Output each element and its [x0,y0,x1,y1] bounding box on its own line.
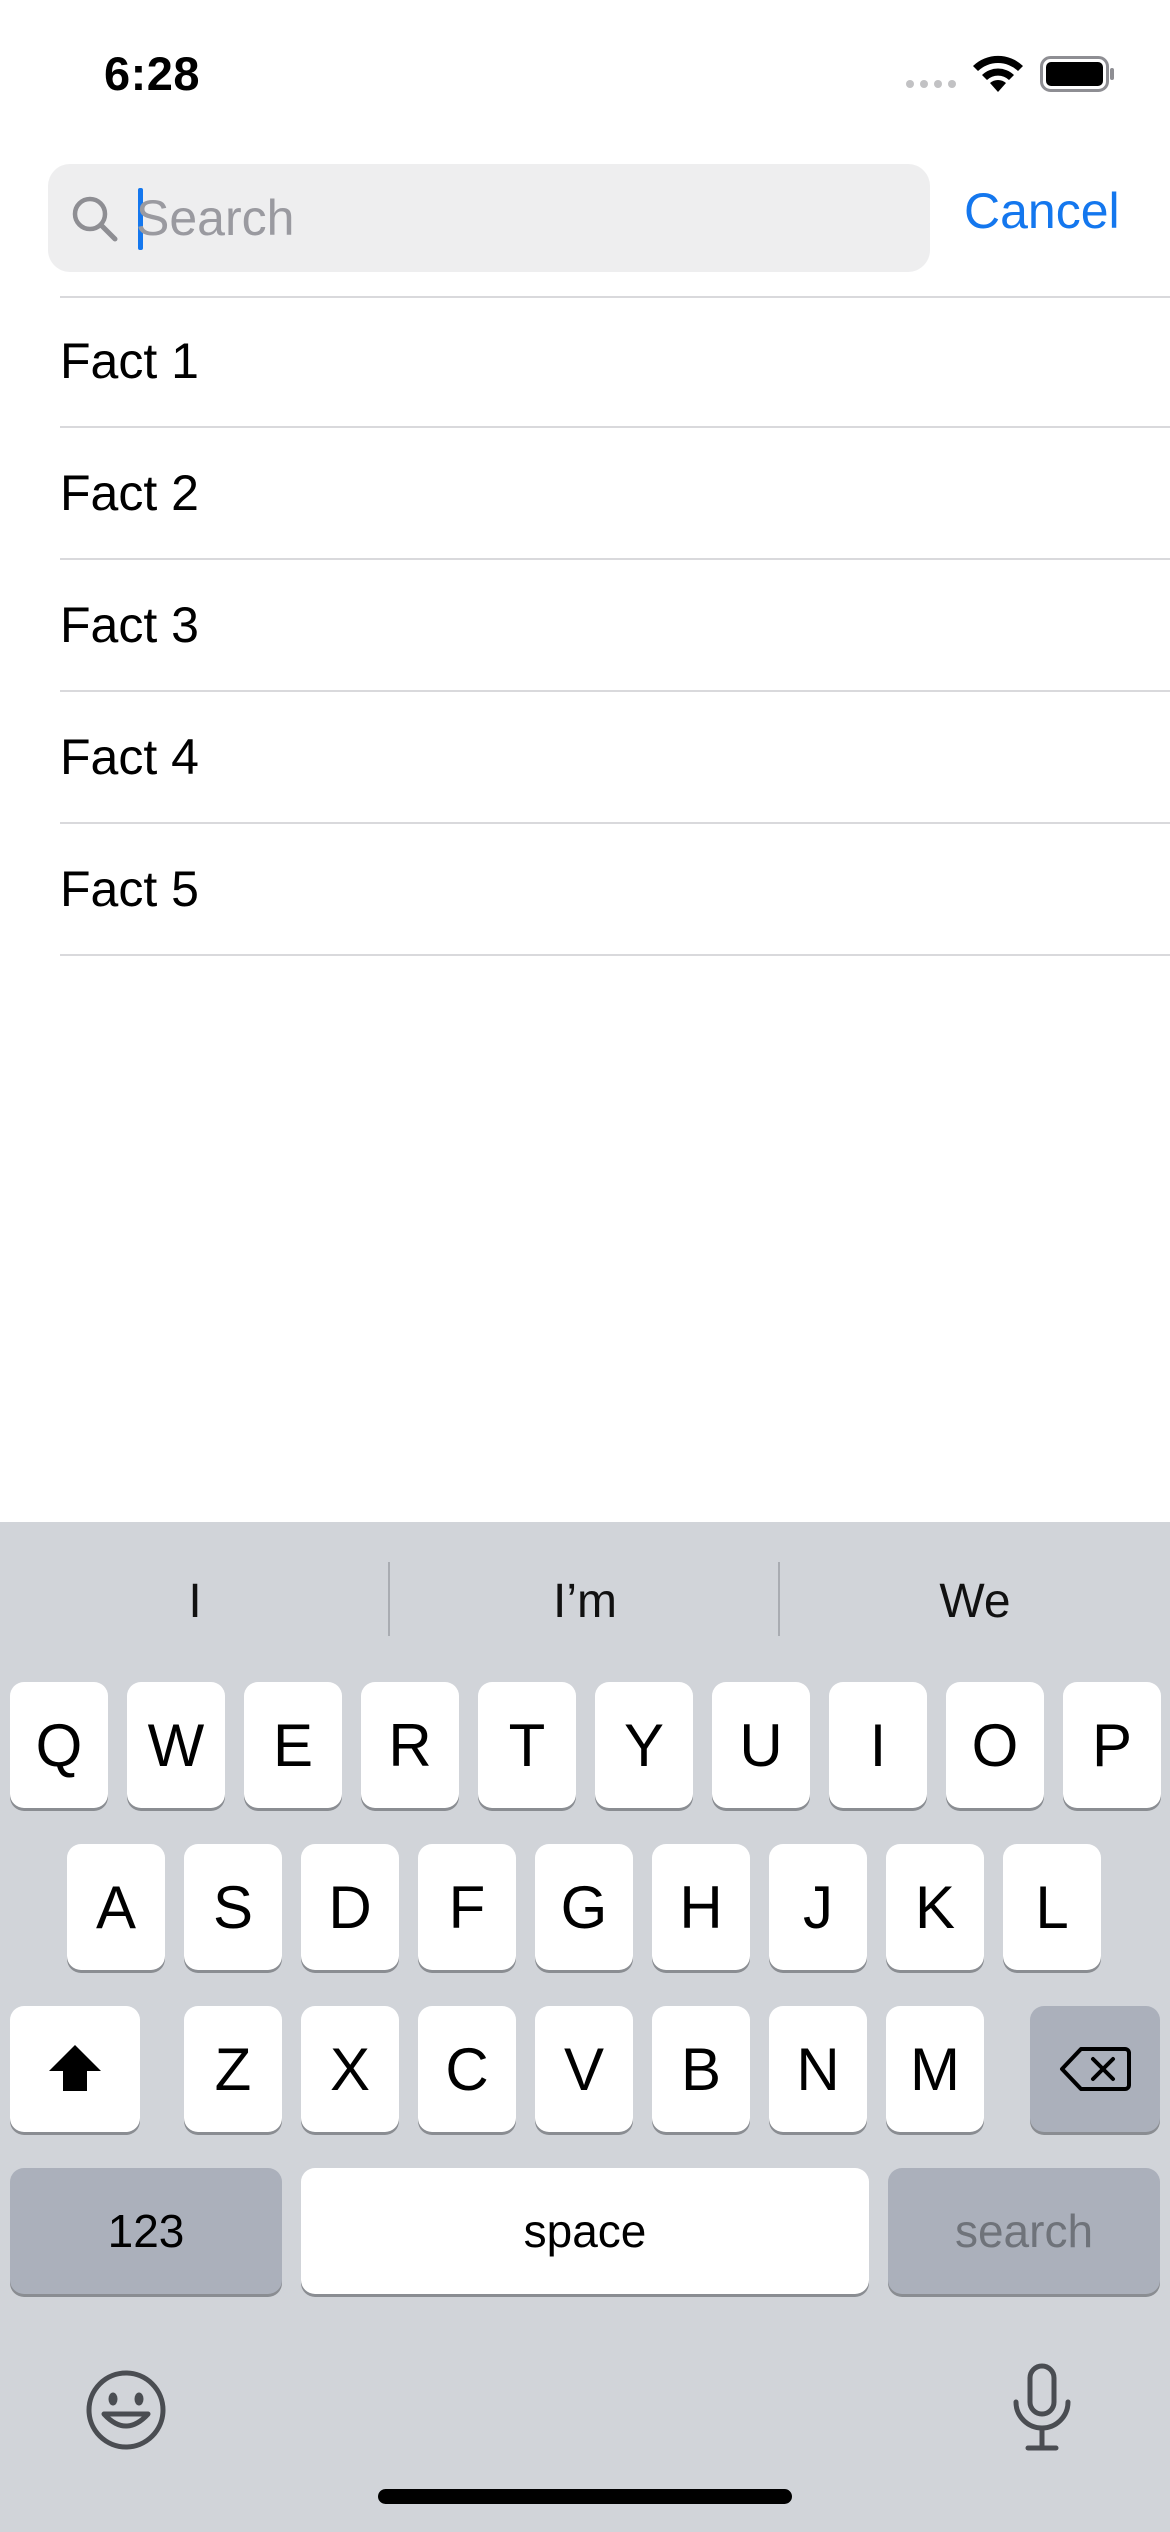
key-x[interactable]: X [301,2006,399,2132]
list-item-label: Fact 4 [60,729,199,785]
search-input[interactable] [136,180,906,256]
space-key[interactable]: space [301,2168,869,2294]
shift-key[interactable] [10,2006,140,2132]
key-n[interactable]: N [769,2006,867,2132]
key-w[interactable]: W [127,1682,225,1808]
key-h[interactable]: H [652,1844,750,1970]
suggestion-1[interactable]: I [0,1562,390,1642]
key-y[interactable]: Y [595,1682,693,1808]
row-divider [60,954,1170,956]
list-item[interactable]: Fact 1 [0,296,1170,428]
key-s[interactable]: S [184,1844,282,1970]
magnifying-glass-icon [72,196,118,242]
list-item-label: Fact 5 [60,861,199,917]
key-e[interactable]: E [244,1682,342,1808]
home-indicator[interactable] [378,2489,792,2504]
status-bar: 6:28 [0,0,1170,150]
key-i[interactable]: I [829,1682,927,1808]
key-q[interactable]: Q [10,1682,108,1808]
key-a[interactable]: A [67,1844,165,1970]
key-d[interactable]: D [301,1844,399,1970]
key-o[interactable]: O [946,1682,1044,1808]
key-b[interactable]: B [652,2006,750,2132]
search-key[interactable]: search [888,2168,1160,2294]
suggestion-2[interactable]: I’m [390,1562,780,1642]
shift-icon [49,2045,101,2091]
cancel-button[interactable]: Cancel [964,182,1120,240]
key-v[interactable]: V [535,2006,633,2132]
key-m[interactable]: M [886,2006,984,2132]
key-r[interactable]: R [361,1682,459,1808]
microphone-icon[interactable] [1008,2362,1076,2454]
battery-icon [1040,56,1114,92]
search-bar[interactable] [48,164,930,272]
key-l[interactable]: L [1003,1844,1101,1970]
signal-dots-icon [906,80,956,88]
numbers-key[interactable]: 123 [10,2168,282,2294]
list-item[interactable]: Fact 5 [0,824,1170,956]
keyboard: I I’m We Q W E R T Y U I O P A S D F G H… [0,1522,1170,2532]
delete-key[interactable] [1030,2006,1160,2132]
key-k[interactable]: K [886,1844,984,1970]
key-f[interactable]: F [418,1844,516,1970]
list-item[interactable]: Fact 4 [0,692,1170,824]
list-item-label: Fact 3 [60,597,199,653]
list-item[interactable]: Fact 3 [0,560,1170,692]
suggestion-3[interactable]: We [780,1562,1170,1642]
delete-icon [1060,2047,1131,2091]
key-u[interactable]: U [712,1682,810,1808]
list-item-label: Fact 2 [60,465,199,521]
key-t[interactable]: T [478,1682,576,1808]
wifi-icon [973,55,1023,92]
key-z[interactable]: Z [184,2006,282,2132]
key-g[interactable]: G [535,1844,633,1970]
list-item[interactable]: Fact 2 [0,428,1170,560]
list-item-label: Fact 1 [60,333,199,389]
key-p[interactable]: P [1063,1682,1161,1808]
facts-list: Fact 1 Fact 2 Fact 3 Fact 4 Fact 5 [0,296,1170,956]
emoji-icon[interactable] [84,2368,168,2452]
key-c[interactable]: C [418,2006,516,2132]
status-time: 6:28 [104,47,201,100]
key-j[interactable]: J [769,1844,867,1970]
